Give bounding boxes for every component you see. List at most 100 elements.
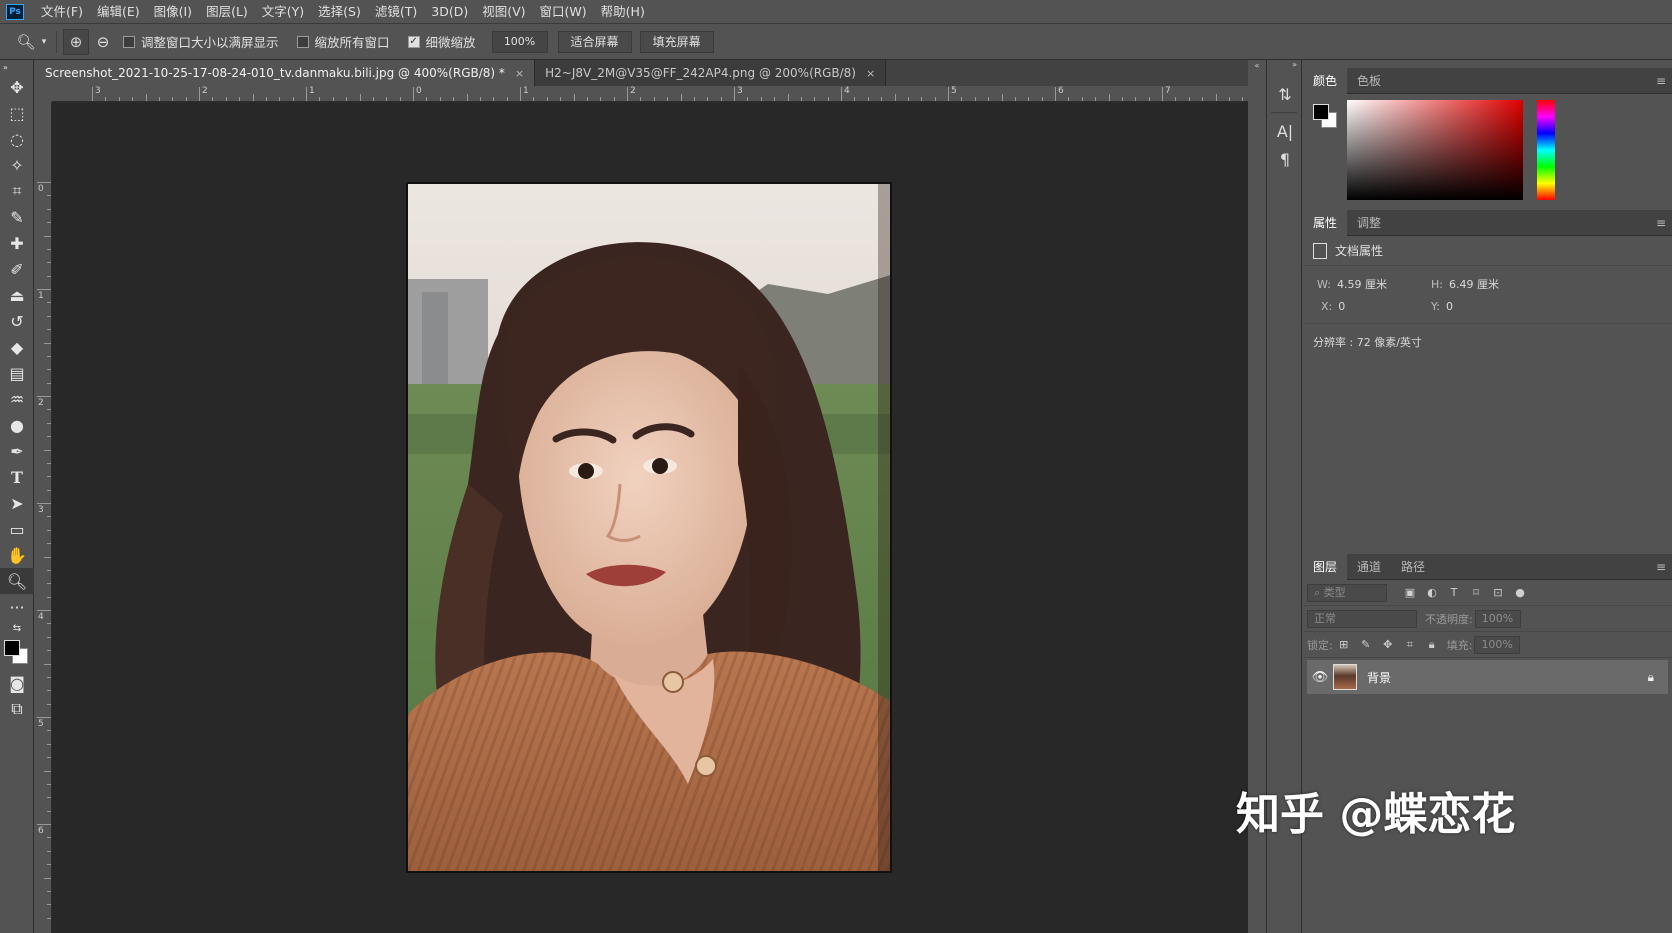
vertical-ruler[interactable]: 0 1 2 3 4 5 6 <box>35 102 52 933</box>
swap-colors-icon[interactable]: ⇆ <box>0 620 34 636</box>
x-value[interactable]: X: 0 <box>1321 300 1345 313</box>
menu-image[interactable]: 图像(I) <box>147 0 199 24</box>
gradient-tool-icon[interactable]: ▤ <box>0 360 34 386</box>
history-panel-icon[interactable]: ⇅ <box>1267 80 1303 108</box>
panel-menu-icon[interactable]: ≡ <box>1656 74 1666 88</box>
brush-tool-icon[interactable]: ✐ <box>0 256 34 282</box>
layer-lock-icon[interactable]: 🔒︎ <box>1648 670 1654 685</box>
height-value[interactable]: H: 6.49 厘米 <box>1431 276 1499 292</box>
zoom-tool-icon[interactable]: 🔍︎ <box>0 568 34 594</box>
ruler-minor-tick <box>1175 97 1177 101</box>
scrubby-zoom-checkbox[interactable]: ✓ 细微缩放 <box>407 32 476 51</box>
marquee-tool-icon[interactable]: ⬚ <box>0 100 34 126</box>
horizontal-ruler[interactable]: 3 2 1 0 1 2 3 4 5 6 7 <box>52 86 1257 102</box>
foreground-color-swatch[interactable] <box>4 640 20 656</box>
zoom-in-icon[interactable]: ⊕ <box>63 28 89 55</box>
history-brush-tool-icon[interactable]: ↺ <box>0 308 34 334</box>
filter-type-icon[interactable]: T <box>1443 586 1465 599</box>
hue-slider[interactable] <box>1537 100 1555 200</box>
blur-tool-icon[interactable]: ♒ <box>0 386 34 412</box>
lock-pixels-icon[interactable]: ✎ <box>1355 638 1377 651</box>
layer-name[interactable]: 背景 <box>1367 669 1391 686</box>
path-selection-tool-icon[interactable]: ➤ <box>0 490 34 516</box>
lock-all-icon[interactable]: 🔒︎ <box>1421 638 1443 652</box>
character-panel-icon[interactable]: A| <box>1267 117 1303 145</box>
tab-channels[interactable]: 通道 <box>1347 554 1391 580</box>
tab-swatches[interactable]: 色板 <box>1347 68 1391 94</box>
menu-help[interactable]: 帮助(H) <box>594 0 652 24</box>
lasso-tool-icon[interactable]: ◌ <box>0 126 34 152</box>
zoom-out-icon[interactable]: ⊖ <box>91 30 115 54</box>
type-tool-icon[interactable]: T <box>0 464 34 490</box>
visibility-eye-icon[interactable]: 👁︎ <box>1307 670 1333 685</box>
document-image[interactable] <box>406 182 892 873</box>
tab-color[interactable]: 颜色 <box>1303 67 1348 94</box>
document-tab-png[interactable]: H2~J8V_2M@V35@FF_242AP4.png @ 200%(RGB/8… <box>535 60 887 86</box>
fill-screen-button[interactable]: 填充屏幕 <box>639 30 714 53</box>
blend-mode-select[interactable]: 正常 <box>1307 609 1417 628</box>
menu-select[interactable]: 选择(S) <box>311 0 368 24</box>
menu-edit[interactable]: 编辑(E) <box>90 0 147 24</box>
lock-transparent-icon[interactable]: ⊞ <box>1333 638 1355 651</box>
paragraph-panel-icon[interactable]: ¶ <box>1267 145 1303 173</box>
fill-field[interactable]: 100% <box>1474 635 1521 654</box>
healing-brush-tool-icon[interactable]: ✚ <box>0 230 34 256</box>
tab-paths[interactable]: 路径 <box>1391 554 1435 580</box>
hand-tool-icon[interactable]: ✋ <box>0 542 34 568</box>
collapse-icon[interactable]: » <box>0 60 34 74</box>
tab-properties[interactable]: 属性 <box>1303 209 1348 236</box>
layer-filter-kind[interactable]: ⌕ 类型 <box>1307 583 1387 602</box>
opacity-field[interactable]: 100% <box>1474 609 1521 628</box>
rectangle-tool-icon[interactable]: ▭ <box>0 516 34 542</box>
screen-mode-icon[interactable]: ⧉ <box>0 696 34 722</box>
zoom-all-windows-checkbox[interactable]: 缩放所有窗口 <box>296 32 390 51</box>
ruler-minor-tick <box>653 97 655 101</box>
y-value[interactable]: Y: 0 <box>1431 300 1453 313</box>
panel-menu-icon[interactable]: ≡ <box>1656 560 1666 574</box>
menu-type[interactable]: 文字(Y) <box>255 0 311 24</box>
color-field[interactable] <box>1347 100 1523 200</box>
filter-pixel-icon[interactable]: ▣ <box>1399 586 1421 599</box>
close-icon[interactable]: × <box>515 67 524 80</box>
canvas-area[interactable] <box>52 102 1248 933</box>
expand-icon[interactable]: » <box>1267 60 1301 74</box>
zoom-percent-field[interactable]: 100% <box>491 30 548 53</box>
magic-wand-tool-icon[interactable]: ✧ <box>0 152 34 178</box>
menu-layer[interactable]: 图层(L) <box>199 0 255 24</box>
layer-row-background[interactable]: 👁︎ 背景 🔒︎ <box>1307 660 1668 694</box>
filter-adjustment-icon[interactable]: ◐ <box>1421 586 1443 599</box>
tab-layers[interactable]: 图层 <box>1303 553 1348 580</box>
resize-windows-checkbox[interactable]: 调整窗口大小以满屏显示 <box>123 32 279 51</box>
filter-shape-icon[interactable]: ⌑ <box>1465 586 1487 599</box>
collapse-icon[interactable]: « <box>1248 60 1266 72</box>
fit-screen-button[interactable]: 适合屏幕 <box>557 30 632 53</box>
width-value[interactable]: W: 4.59 厘米 <box>1317 276 1387 292</box>
foreground-color-swatch[interactable] <box>1313 104 1329 120</box>
eyedropper-tool-icon[interactable]: ✎ <box>0 204 34 230</box>
zoom-tool-preset-icon[interactable]: 🔍︎ <box>14 30 38 54</box>
tab-adjustments[interactable]: 调整 <box>1347 210 1391 236</box>
menu-view[interactable]: 视图(V) <box>475 0 532 24</box>
eraser-tool-icon[interactable]: ◆ <box>0 334 34 360</box>
filter-smart-object-icon[interactable]: ⊡ <box>1487 586 1509 599</box>
lock-position-icon[interactable]: ✥ <box>1377 638 1399 651</box>
lock-artboard-icon[interactable]: ⌗ <box>1399 638 1421 652</box>
dodge-tool-icon[interactable]: ● <box>0 412 34 438</box>
ruler-corner[interactable] <box>35 86 52 102</box>
clone-stamp-tool-icon[interactable]: ⏏ <box>0 282 34 308</box>
menu-file[interactable]: 文件(F) <box>34 0 90 24</box>
document-tab-screenshot[interactable]: Screenshot_2021-10-25-17-08-24-010_tv.da… <box>35 60 536 86</box>
chevron-down-icon[interactable]: ▾ <box>38 30 50 54</box>
menu-filter[interactable]: 滤镜(T) <box>368 0 424 24</box>
crop-tool-icon[interactable]: ⌗ <box>0 178 34 204</box>
menu-window[interactable]: 窗口(W) <box>533 0 594 24</box>
more-tools-icon[interactable]: ··· <box>0 594 34 620</box>
close-icon[interactable]: × <box>866 67 875 80</box>
color-swatches[interactable] <box>0 636 34 670</box>
menu-3d[interactable]: 3D(D) <box>424 0 475 24</box>
panel-menu-icon[interactable]: ≡ <box>1656 216 1666 230</box>
quick-mask-icon[interactable]: ◙ <box>0 670 34 696</box>
pen-tool-icon[interactable]: ✒ <box>0 438 34 464</box>
filter-toggle-icon[interactable]: ● <box>1509 586 1531 599</box>
move-tool-icon[interactable]: ✥ <box>0 74 34 100</box>
